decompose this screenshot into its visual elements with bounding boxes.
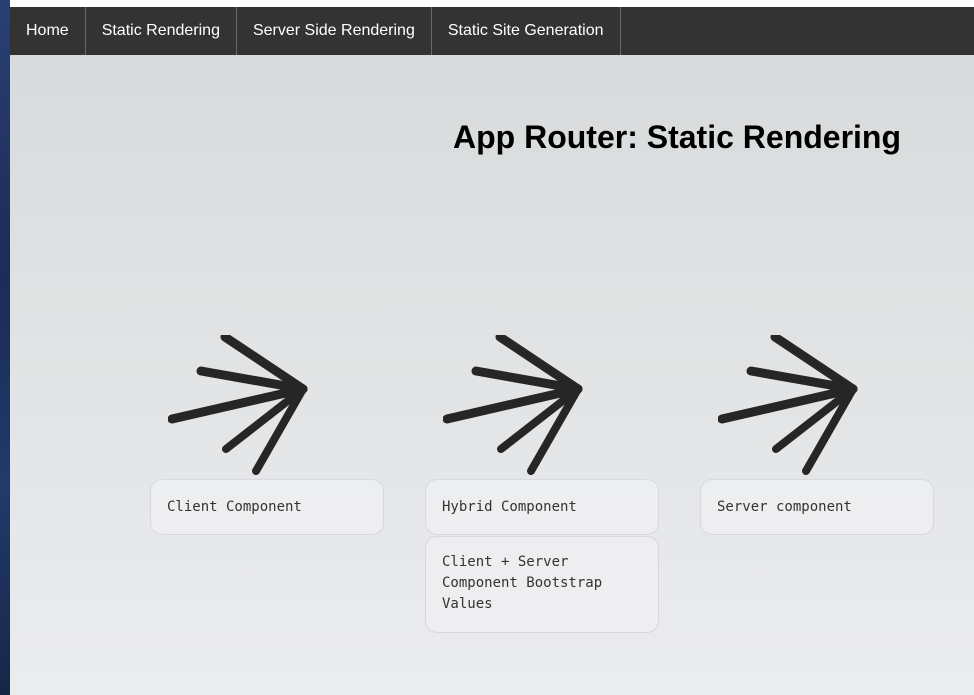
asterisk-burst-logo-icon bbox=[718, 335, 858, 475]
nav-home[interactable]: Home bbox=[10, 7, 86, 55]
hybrid-bootstrap-values-card: Client + Server Component Bootstrap Valu… bbox=[425, 536, 659, 633]
server-component-card: Server component bbox=[700, 479, 934, 535]
nav-static-rendering[interactable]: Static Rendering bbox=[86, 7, 237, 55]
hybrid-component-card: Hybrid Component bbox=[425, 479, 659, 535]
asterisk-burst-logo-icon bbox=[168, 335, 308, 475]
client-component-card: Client Component bbox=[150, 479, 384, 535]
browser-top-edge bbox=[10, 0, 974, 7]
nav-server-side-rendering[interactable]: Server Side Rendering bbox=[237, 7, 432, 55]
asterisk-burst-logo-icon bbox=[443, 335, 583, 475]
desktop-background bbox=[0, 0, 10, 695]
page-viewport: Home Static Rendering Server Side Render… bbox=[10, 7, 974, 695]
top-navbar: Home Static Rendering Server Side Render… bbox=[10, 7, 974, 55]
nav-static-site-generation[interactable]: Static Site Generation bbox=[432, 7, 621, 55]
page-title: App Router: Static Rendering bbox=[453, 119, 902, 155]
